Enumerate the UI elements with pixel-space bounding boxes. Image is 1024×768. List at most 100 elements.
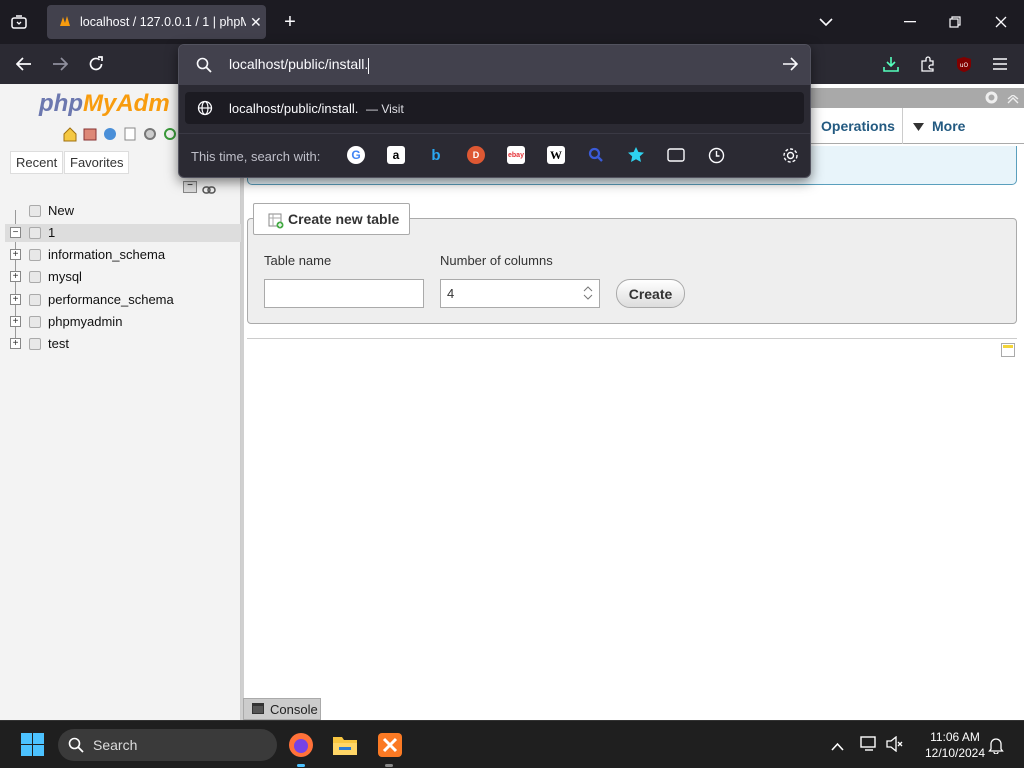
link-with-main-panel-icon[interactable]	[202, 182, 216, 194]
search-with-label: This time, search with:	[191, 149, 321, 164]
database-icon	[29, 249, 41, 261]
docs-icon[interactable]	[122, 126, 138, 147]
reload-navigation-icon[interactable]	[162, 126, 178, 147]
go-arrow-icon[interactable]	[782, 57, 799, 76]
num-columns-input[interactable]: 4	[440, 279, 600, 308]
bing-icon[interactable]: b	[427, 146, 445, 164]
bookmarks-star-icon[interactable]	[627, 146, 645, 164]
tree-item-performance-schema[interactable]: performance_schema	[48, 292, 174, 307]
page-settings-gear-icon[interactable]	[984, 90, 999, 110]
new-tab-icon[interactable]: +	[280, 11, 300, 33]
windows-start-icon[interactable]	[21, 733, 44, 761]
running-app-indicator	[385, 764, 393, 767]
database-icon	[29, 294, 41, 306]
tree-item-db-1[interactable]: 1	[48, 225, 55, 240]
tab-more[interactable]: More	[902, 108, 975, 144]
taskbar-search[interactable]: Search	[58, 729, 277, 761]
table-name-label: Table name	[264, 253, 332, 268]
pma-navigation-panel	[0, 84, 241, 720]
search-icon	[68, 737, 84, 756]
network-icon[interactable]	[860, 736, 878, 757]
minimize-icon[interactable]	[900, 12, 920, 32]
help-icon[interactable]	[102, 126, 118, 147]
list-all-tabs-chevron-down-icon[interactable]	[816, 12, 836, 32]
table-name-input[interactable]	[264, 279, 424, 308]
volume-muted-icon[interactable]	[886, 735, 904, 757]
expand-icon[interactable]: +	[10, 316, 21, 327]
collapse-all-icon[interactable]: −	[183, 181, 197, 193]
reload-icon[interactable]	[86, 54, 106, 74]
globe-icon	[197, 100, 213, 119]
caret-down-icon	[913, 118, 924, 134]
search-engine-icon[interactable]	[587, 146, 605, 164]
tabs-icon[interactable]	[667, 146, 685, 164]
expand-icon[interactable]: +	[10, 294, 21, 305]
close-tab-icon[interactable]: ✕	[250, 14, 262, 31]
clock-time[interactable]: 11:06 AM	[915, 730, 995, 744]
search-engines-row: This time, search with: G a b D ebay W	[179, 133, 810, 177]
file-explorer-icon[interactable]	[332, 733, 358, 762]
tree-item-test[interactable]: test	[48, 336, 69, 351]
database-icon	[29, 338, 41, 350]
settings-gear-icon[interactable]	[142, 126, 158, 147]
create-table-button[interactable]: Create	[616, 279, 685, 308]
search-icon	[196, 57, 212, 78]
downloads-icon[interactable]	[881, 54, 901, 74]
collapse-icon[interactable]: −	[10, 227, 21, 238]
suggestion-row[interactable]: localhost/public/install. — Visit	[185, 92, 804, 124]
back-icon[interactable]	[14, 54, 34, 74]
content-divider	[247, 338, 1017, 339]
database-icon	[29, 271, 41, 283]
phpmyadmin-logo[interactable]: phpMyAdm	[39, 90, 170, 118]
spinner-arrows-icon[interactable]	[583, 284, 593, 305]
windows-taskbar: Search 11:06 AM 12/10/2024	[0, 720, 1024, 768]
notifications-bell-icon[interactable]	[988, 737, 1004, 759]
tab-list-icon[interactable]	[8, 12, 30, 32]
logout-icon[interactable]	[82, 126, 98, 147]
clock-date[interactable]: 12/10/2024	[915, 746, 995, 760]
duckduckgo-icon[interactable]: D	[467, 146, 485, 164]
forward-icon[interactable]	[50, 54, 70, 74]
panel-splitter[interactable]	[241, 84, 244, 720]
xampp-icon[interactable]	[377, 732, 403, 763]
extensions-icon[interactable]	[918, 54, 938, 74]
browser-tab-bar: localhost / 127.0.0.1 / 1 | phpMy ✕ +	[0, 0, 1024, 44]
url-bar[interactable]: localhost/public/install.	[179, 45, 810, 85]
menu-hamburger-icon[interactable]	[990, 54, 1010, 74]
expand-icon[interactable]: +	[10, 271, 21, 282]
console-toggle[interactable]: Console	[243, 698, 321, 720]
search-settings-gear-icon[interactable]	[781, 146, 799, 164]
tree-item-mysql[interactable]: mysql	[48, 269, 82, 284]
ebay-icon[interactable]: ebay	[507, 146, 525, 164]
phpmyadmin-favicon-icon	[59, 15, 73, 30]
expand-icon[interactable]: +	[10, 338, 21, 349]
database-icon	[29, 316, 41, 328]
home-icon[interactable]	[62, 126, 78, 147]
google-icon[interactable]: G	[347, 146, 365, 164]
tab-operations[interactable]: Operations	[811, 108, 905, 144]
pma-tabs-row: Operations More	[811, 108, 1024, 144]
text-caret	[368, 57, 370, 74]
favorite-tables-button[interactable]: Favorites	[64, 151, 130, 174]
show-hidden-icons-chevron-up-icon[interactable]	[831, 738, 844, 756]
wikipedia-icon[interactable]: W	[547, 146, 565, 164]
num-columns-label: Number of columns	[440, 253, 553, 268]
restore-icon[interactable]	[945, 12, 965, 32]
history-clock-icon[interactable]	[707, 146, 725, 164]
tab-title: localhost / 127.0.0.1 / 1 | phpMy	[80, 15, 246, 29]
expand-icon[interactable]: +	[10, 249, 21, 260]
amazon-icon[interactable]: a	[387, 146, 405, 164]
firefox-icon[interactable]	[288, 732, 314, 763]
tree-item-phpmyadmin[interactable]: phpmyadmin	[48, 314, 122, 329]
recent-tables-button[interactable]: Recent	[10, 151, 64, 174]
active-app-indicator	[297, 764, 305, 767]
svg-text:uO: uO	[960, 62, 969, 69]
close-window-icon[interactable]	[991, 12, 1011, 32]
footnote-icon[interactable]	[1001, 343, 1015, 362]
browser-tab-active[interactable]: localhost / 127.0.0.1 / 1 | phpMy ✕	[47, 5, 266, 39]
tree-item-new[interactable]: New	[48, 203, 74, 218]
pma-top-bar	[811, 88, 1024, 108]
database-icon	[29, 227, 41, 239]
ublock-origin-icon[interactable]: uO	[954, 54, 974, 74]
tree-item-information-schema[interactable]: information_schema	[48, 247, 165, 262]
